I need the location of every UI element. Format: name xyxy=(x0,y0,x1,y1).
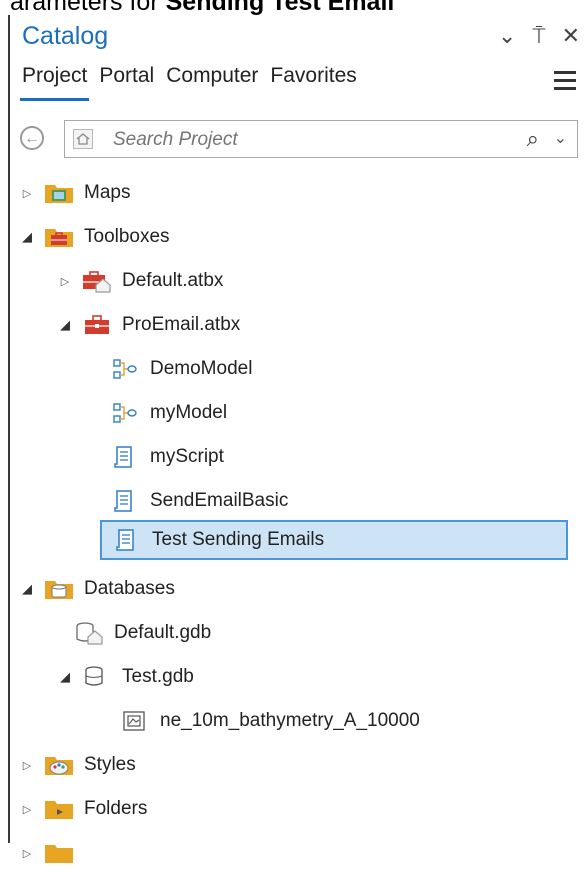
collapse-arrow-icon[interactable]: ◢ xyxy=(58,317,72,333)
search-options-chevron-icon[interactable]: ⌄ xyxy=(554,128,567,148)
collapse-arrow-icon[interactable]: ◢ xyxy=(20,581,34,597)
close-icon[interactable]: ✕ xyxy=(562,23,580,49)
tree-item-label: Test.gdb xyxy=(122,666,194,687)
folder-icon xyxy=(44,841,74,865)
model-icon xyxy=(110,357,140,381)
tree-item-bathymetry[interactable]: ne_10m_bathymetry_A_10000 xyxy=(120,701,420,741)
search-row: ← ⌕ ⌄ xyxy=(20,120,580,158)
default-geodatabase-icon xyxy=(74,621,104,645)
pane-controls: ⌄ ⍑ ✕ xyxy=(498,23,580,49)
catalog-tabs: Project Portal Computer Favorites xyxy=(20,64,359,101)
collapse-arrow-icon[interactable]: ◢ xyxy=(20,229,34,245)
tree-item-label: Toolboxes xyxy=(84,226,170,247)
search-box: ⌕ ⌄ xyxy=(64,120,578,158)
options-dropdown-icon[interactable]: ⌄ xyxy=(498,23,516,49)
expand-arrow-icon[interactable]: ▷ xyxy=(20,759,34,772)
collapse-arrow-icon[interactable]: ◢ xyxy=(58,669,72,685)
tree-item-label: myScript xyxy=(150,446,224,467)
catalog-pane: Catalog ⌄ ⍑ ✕ Project Portal Computer Fa… xyxy=(8,15,584,863)
tree-item-label: Styles xyxy=(84,754,136,775)
tree-item-label: Maps xyxy=(84,182,131,203)
tree-item-label: ne_10m_bathymetry_A_10000 xyxy=(160,710,420,731)
tree-item-databases[interactable]: ◢ Databases xyxy=(20,569,175,609)
back-icon[interactable]: ← xyxy=(20,126,44,150)
expand-arrow-icon[interactable]: ▷ xyxy=(58,275,72,288)
tree-item-label: Default.atbx xyxy=(122,270,224,291)
tree-item-myscript[interactable]: myScript xyxy=(110,437,224,477)
search-input[interactable] xyxy=(113,129,493,151)
tab-favorites[interactable]: Favorites xyxy=(268,64,358,101)
tree-item-label: Folders xyxy=(84,798,148,819)
pin-icon[interactable]: ⍑ xyxy=(532,23,545,49)
tree-item-sendemailbasic[interactable]: SendEmailBasic xyxy=(110,481,288,521)
tree-item-proemail-atbx[interactable]: ◢ ProEmail.atbx xyxy=(58,305,240,345)
expand-arrow-icon: ▷ xyxy=(22,847,32,860)
maps-folder-icon xyxy=(44,181,74,205)
tree-item-partial: ▷ xyxy=(20,833,84,873)
raster-icon xyxy=(120,709,150,733)
databases-folder-icon xyxy=(44,577,74,601)
tree-item-label: myModel xyxy=(150,402,228,423)
expand-arrow-icon[interactable]: ▷ xyxy=(20,187,34,200)
home-icon[interactable] xyxy=(73,129,93,149)
tree-item-label: ProEmail.atbx xyxy=(122,314,241,335)
styles-folder-icon xyxy=(44,753,74,777)
tree-item-test-sending-emails[interactable]: Test Sending Emails xyxy=(100,520,568,560)
folders-folder-icon xyxy=(44,797,74,821)
tree-item-label: Default.gdb xyxy=(114,622,212,643)
model-icon xyxy=(110,401,140,425)
script-icon xyxy=(112,528,142,552)
script-icon xyxy=(110,489,140,513)
script-icon xyxy=(110,445,140,469)
tree-item-label: SendEmailBasic xyxy=(150,490,289,511)
expand-arrow-icon[interactable]: ▷ xyxy=(20,803,34,816)
tree-item-label: Databases xyxy=(84,578,175,599)
toolboxes-folder-icon xyxy=(44,225,74,249)
search-icon[interactable]: ⌕ xyxy=(527,126,539,152)
tree-item-maps[interactable]: ▷ Maps xyxy=(20,173,130,213)
tab-portal[interactable]: Portal xyxy=(97,64,156,101)
tab-project[interactable]: Project xyxy=(20,64,90,101)
tree-item-default-atbx[interactable]: ▷ Default.atbx xyxy=(58,261,223,301)
tree-item-demomodel[interactable]: DemoModel xyxy=(110,349,252,389)
tree-item-styles[interactable]: ▷ Styles xyxy=(20,745,136,785)
tree-item-default-gdb[interactable]: Default.gdb xyxy=(74,613,211,653)
tree-item-label: DemoModel xyxy=(150,358,253,379)
tree-item-test-gdb[interactable]: ◢ Test.gdb xyxy=(58,657,194,697)
toolbox-icon xyxy=(82,313,112,337)
tree-item-folders[interactable]: ▷ Folders xyxy=(20,789,147,829)
geodatabase-icon xyxy=(82,665,112,689)
tree-item-toolboxes[interactable]: ◢ Toolboxes xyxy=(20,217,170,257)
tab-computer[interactable]: Computer xyxy=(164,64,260,101)
pane-title: Catalog xyxy=(22,22,109,50)
default-toolbox-icon xyxy=(82,269,112,293)
tree-item-label: Test Sending Emails xyxy=(152,529,325,550)
tree-item-mymodel[interactable]: myModel xyxy=(110,393,227,433)
menu-icon[interactable] xyxy=(554,71,576,95)
